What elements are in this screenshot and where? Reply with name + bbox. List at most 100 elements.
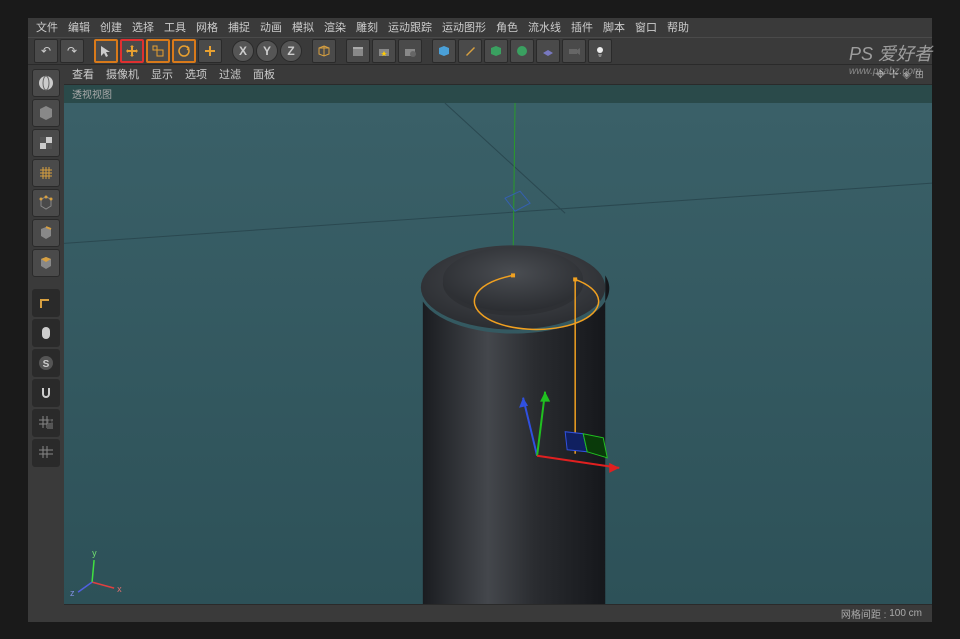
menu-anim[interactable]: 动画	[260, 19, 282, 35]
clapboard-icon	[351, 44, 365, 58]
redo-button[interactable]: ↷	[60, 39, 84, 63]
move-icon	[125, 44, 139, 58]
menu-help[interactable]: 帮助	[667, 19, 689, 35]
cube-solid-icon	[37, 104, 55, 122]
menu-window[interactable]: 窗口	[635, 19, 657, 35]
world-axis-x: x	[117, 584, 122, 594]
clapboard-star-icon	[377, 44, 391, 58]
watermark: PS 爱好者 www.psahz.com	[849, 40, 932, 77]
watermark-sub: www.psahz.com	[849, 66, 932, 77]
x-axis-toggle[interactable]: X	[232, 40, 254, 62]
undo-button[interactable]: ↶	[34, 39, 58, 63]
move-tool-button[interactable]	[120, 39, 144, 63]
menu-edit[interactable]: 编辑	[68, 19, 90, 35]
scale-tool-button[interactable]	[146, 39, 170, 63]
redo-icon: ↷	[67, 44, 77, 58]
menu-char[interactable]: 角色	[496, 19, 518, 35]
z-label: Z	[287, 44, 294, 58]
menu-plugin[interactable]: 插件	[571, 19, 593, 35]
vp-menu-camera[interactable]: 摄像机	[106, 66, 139, 82]
menu-tool[interactable]: 工具	[164, 19, 186, 35]
render-settings-button[interactable]	[398, 39, 422, 63]
cube-icon	[317, 44, 331, 58]
pen-icon	[463, 44, 477, 58]
environment-button[interactable]	[536, 39, 560, 63]
viewport-title-label: 透视视图	[72, 86, 112, 101]
spline-button[interactable]	[458, 39, 482, 63]
grid-spacing-value: 100 cm	[889, 608, 922, 619]
app-window: 文件 编辑 创建 选择 工具 网格 捕捉 动画 模拟 渲染 雕刻 运动跟踪 运动…	[28, 18, 932, 622]
deformer-button[interactable]	[510, 39, 534, 63]
vp-menu-panel[interactable]: 面板	[253, 66, 275, 82]
menu-sculpt[interactable]: 雕刻	[356, 19, 378, 35]
status-bar: 网格间距 : 100 cm	[64, 604, 932, 622]
rotate-tool-button[interactable]	[172, 39, 196, 63]
watermark-main: PS 爱好者	[849, 40, 932, 66]
menu-create[interactable]: 创建	[100, 19, 122, 35]
floor-icon	[541, 44, 555, 58]
menu-select[interactable]: 选择	[132, 19, 154, 35]
menu-motrack[interactable]: 运动跟踪	[388, 19, 432, 35]
clapboard-gear-icon	[403, 44, 417, 58]
make-editable-button[interactable]	[32, 69, 60, 97]
cube-edges-icon	[37, 224, 55, 242]
svg-text:S: S	[43, 359, 50, 370]
snap-button[interactable]: S	[32, 349, 60, 377]
viewport-menu-bar: 查看 摄像机 显示 选项 过滤 面板 ✥ ✢ ◈ ⊞	[64, 65, 932, 85]
menu-mograph[interactable]: 运动图形	[442, 19, 486, 35]
grid-spacing-label: 网格间距 :	[841, 606, 887, 621]
content-area: S 查看 摄像机 显示 选项 过滤 面板 ✥ ✢ ◈ ⊞	[28, 65, 932, 622]
lock-workplane-button[interactable]	[32, 409, 60, 437]
y-axis-toggle[interactable]: Y	[256, 40, 278, 62]
vp-menu-filter[interactable]: 过滤	[219, 66, 241, 82]
globe-icon	[37, 74, 55, 92]
primitive-button[interactable]	[432, 39, 456, 63]
menu-pipeline[interactable]: 流水线	[528, 19, 561, 35]
select-tool-button[interactable]	[94, 39, 118, 63]
viewport-panel: 查看 摄像机 显示 选项 过滤 面板 ✥ ✢ ◈ ⊞ 透视视图	[64, 65, 932, 622]
menu-script[interactable]: 脚本	[603, 19, 625, 35]
camera-button[interactable]	[562, 39, 586, 63]
mouse-icon	[37, 324, 55, 342]
point-mode-button[interactable]	[32, 189, 60, 217]
z-axis-toggle[interactable]: Z	[280, 40, 302, 62]
nurbs-icon	[489, 44, 503, 58]
generator-button[interactable]	[484, 39, 508, 63]
workplane-mode-button[interactable]	[32, 439, 60, 467]
menu-file[interactable]: 文件	[36, 19, 58, 35]
x-label: X	[239, 44, 247, 58]
cursor-icon	[99, 44, 113, 58]
coord-system-button[interactable]	[312, 39, 336, 63]
axis-lock-button[interactable]	[32, 289, 60, 317]
cube-points-icon	[37, 194, 55, 212]
menu-sim[interactable]: 模拟	[292, 19, 314, 35]
render-view-button[interactable]	[346, 39, 370, 63]
grid-icon	[37, 164, 55, 182]
render-picture-button[interactable]	[372, 39, 396, 63]
magnet-button[interactable]	[32, 379, 60, 407]
cube-primitive-icon	[437, 44, 451, 58]
vp-menu-options[interactable]: 选项	[185, 66, 207, 82]
menu-mesh[interactable]: 网格	[196, 19, 218, 35]
light-button[interactable]	[588, 39, 612, 63]
vp-menu-display[interactable]: 显示	[151, 66, 173, 82]
menu-snap[interactable]: 捕捉	[228, 19, 250, 35]
scene-render: x y z	[64, 103, 932, 604]
tweak-button[interactable]	[32, 319, 60, 347]
poly-mode-button[interactable]	[32, 249, 60, 277]
model-mode-button[interactable]	[32, 99, 60, 127]
grid-dark-icon	[37, 444, 55, 462]
last-tool-button[interactable]	[198, 39, 222, 63]
texture-mode-button[interactable]	[32, 129, 60, 157]
workplane-button[interactable]	[32, 159, 60, 187]
main-toolbar: ↶ ↷ X Y Z	[28, 37, 932, 65]
edge-mode-button[interactable]	[32, 219, 60, 247]
menu-render[interactable]: 渲染	[324, 19, 346, 35]
side-toolbar: S	[28, 65, 64, 622]
undo-icon: ↶	[41, 44, 51, 58]
s-badge-icon: S	[37, 354, 55, 372]
menu-bar: 文件 编辑 创建 选择 工具 网格 捕捉 动画 模拟 渲染 雕刻 运动跟踪 运动…	[28, 18, 932, 37]
vp-menu-view[interactable]: 查看	[72, 66, 94, 82]
perspective-viewport[interactable]: x y z	[64, 103, 932, 604]
axis-icon	[37, 294, 55, 312]
